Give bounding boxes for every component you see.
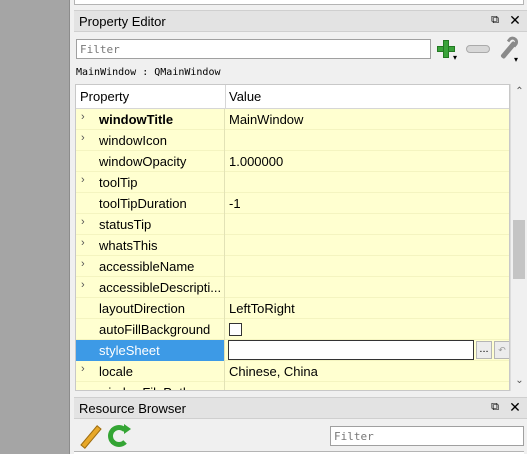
add-dynamic-property-button[interactable]: ▾: [436, 38, 460, 62]
expand-icon[interactable]: ›: [81, 258, 85, 270]
property-name-cell[interactable]: toolTipDuration: [76, 193, 225, 214]
property-name: accessibleDescripti...: [99, 280, 222, 295]
object-class-label: MainWindow : QMainWindow: [76, 67, 221, 78]
property-name: windowOpacity: [99, 154, 187, 169]
property-rows: › windowTitle MainWindow › windowIcon windowO…: [76, 109, 509, 390]
property-name-cell[interactable]: › whatsThis: [76, 235, 225, 256]
property-name-cell[interactable]: styleSheet: [76, 340, 225, 361]
property-value[interactable]: 1.000000: [229, 154, 283, 169]
property-name-cell[interactable]: › windowTitle: [76, 109, 225, 130]
expand-icon[interactable]: ›: [81, 174, 85, 186]
property-name: toolTip: [99, 175, 138, 190]
property-name-cell[interactable]: layoutDirection: [76, 298, 225, 319]
column-header-property[interactable]: Property: [80, 89, 129, 104]
expand-icon[interactable]: ›: [81, 132, 85, 144]
column-separator[interactable]: [225, 85, 226, 109]
property-name-cell[interactable]: › statusTip: [76, 214, 225, 235]
property-filter-input[interactable]: [76, 39, 431, 59]
scrollbar-thumb[interactable]: [513, 220, 525, 279]
property-tree[interactable]: Property Value › windowTitle MainWindow › wi…: [75, 84, 510, 391]
property-row[interactable]: › locale Chinese, China: [76, 361, 509, 382]
float-icon[interactable]: ⧉: [488, 13, 502, 27]
property-value[interactable]: LeftToRight: [229, 301, 295, 316]
property-value[interactable]: -1: [229, 196, 241, 211]
expand-icon[interactable]: ›: [81, 279, 85, 291]
expand-icon[interactable]: ›: [81, 237, 85, 249]
dropdown-arrow-icon: ▾: [514, 55, 519, 64]
property-row[interactable]: › whatsThis: [76, 235, 509, 256]
property-name: autoFillBackground: [99, 322, 211, 337]
configure-button[interactable]: ▾: [496, 34, 522, 64]
resource-browser-title: Resource Browser: [79, 401, 186, 416]
expand-icon[interactable]: ›: [81, 111, 85, 123]
remove-property-button[interactable]: [466, 45, 490, 53]
resource-filter-input[interactable]: [330, 426, 524, 446]
property-name: windowIcon: [99, 133, 167, 148]
property-row[interactable]: › toolTip: [76, 172, 509, 193]
column-header-value[interactable]: Value: [229, 89, 261, 104]
property-value[interactable]: Chinese, China: [229, 364, 318, 379]
float-icon[interactable]: ⧉: [488, 400, 502, 414]
property-row[interactable]: › accessibleDescripti...: [76, 277, 509, 298]
property-name: styleSheet: [99, 343, 160, 358]
stylesheet-value-input[interactable]: [228, 340, 474, 360]
property-name: windowFilePath: [99, 385, 190, 390]
expand-icon[interactable]: ›: [81, 363, 85, 375]
collapse-icon[interactable]: ⌄: [81, 384, 90, 390]
property-row[interactable]: › accessibleName: [76, 256, 509, 277]
property-editor-titlebar[interactable]: Property Editor ⧉ ✕: [74, 10, 527, 32]
property-row[interactable]: windowOpacity 1.000000: [76, 151, 509, 172]
pencil-icon: [80, 425, 102, 449]
property-name: whatsThis: [99, 238, 158, 253]
scroll-up-icon[interactable]: ⌃: [511, 86, 527, 100]
property-name-cell[interactable]: › locale: [76, 361, 225, 382]
property-row[interactable]: ⌄ windowFilePath: [76, 382, 509, 390]
property-name: toolTipDuration: [99, 196, 187, 211]
vertical-scrollbar[interactable]: ⌃ ⌄: [510, 84, 527, 391]
edit-stylesheet-button[interactable]: ...: [476, 341, 492, 359]
property-name-cell[interactable]: › accessibleName: [76, 256, 225, 277]
close-icon[interactable]: ✕: [508, 400, 522, 414]
object-inspector-bottom-edge: [74, 0, 524, 5]
resource-browser-titlebar[interactable]: Resource Browser ⧉ ✕: [74, 397, 527, 419]
property-name: windowTitle: [99, 112, 174, 127]
property-name-cell[interactable]: ⌄ windowFilePath: [76, 382, 225, 390]
plus-icon-vertical: [443, 40, 449, 58]
reload-icon[interactable]: [108, 424, 131, 447]
property-name: locale: [99, 364, 133, 379]
property-row[interactable]: styleSheet... ↶: [76, 340, 509, 361]
dropdown-arrow-icon: ▾: [453, 53, 458, 62]
designer-canvas-edge: [0, 0, 70, 454]
reload-arrow-tip: [124, 424, 131, 434]
reset-icon[interactable]: ↶: [494, 341, 509, 359]
property-row[interactable]: › statusTip: [76, 214, 509, 235]
tree-header: Property Value: [76, 85, 509, 109]
edit-resources-button[interactable]: [78, 424, 104, 449]
property-name: layoutDirection: [99, 301, 185, 316]
property-row[interactable]: › windowTitle MainWindow: [76, 109, 509, 130]
property-row[interactable]: › windowIcon: [76, 130, 509, 151]
property-name: statusTip: [99, 217, 152, 232]
property-name-cell[interactable]: autoFillBackground: [76, 319, 225, 340]
scroll-down-icon[interactable]: ⌄: [511, 375, 527, 389]
property-editor-title: Property Editor: [79, 14, 166, 29]
property-name-cell[interactable]: › toolTip: [76, 172, 225, 193]
property-name: accessibleName: [99, 259, 195, 274]
auto-fill-background-checkbox[interactable]: [229, 323, 242, 336]
property-name-cell[interactable]: › accessibleDescripti...: [76, 277, 225, 298]
property-value[interactable]: MainWindow: [229, 112, 303, 127]
expand-icon[interactable]: ›: [81, 216, 85, 228]
property-row[interactable]: layoutDirection LeftToRight: [76, 298, 509, 319]
property-row[interactable]: toolTipDuration -1: [76, 193, 509, 214]
close-icon[interactable]: ✕: [508, 13, 522, 27]
property-row[interactable]: autoFillBackground: [76, 319, 509, 340]
property-name-cell[interactable]: windowOpacity: [76, 151, 225, 172]
property-name-cell[interactable]: › windowIcon: [76, 130, 225, 151]
